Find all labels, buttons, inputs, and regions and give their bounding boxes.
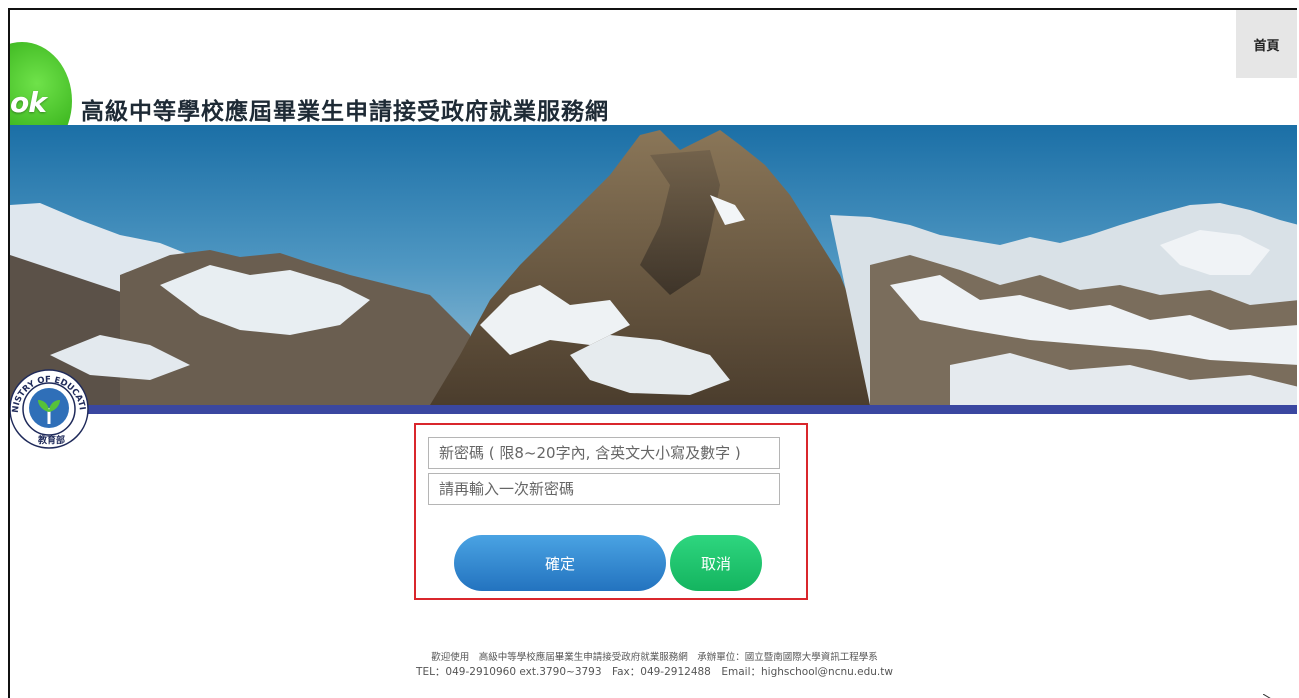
banner-stripe [10, 405, 1297, 414]
logo-text: ok [10, 86, 47, 119]
site-title: 高級中等學校應屆畢業生申請接受政府就業服務網 [81, 99, 609, 125]
page-frame: 首頁 ok 高級中等學校應屆畢業生申請接受政府就業服務網 NISTRY OF E… [8, 8, 1297, 698]
confirm-button[interactable]: 確定 [454, 535, 666, 591]
home-button[interactable]: 首頁 [1236, 10, 1297, 78]
confirm-password-input[interactable] [428, 473, 780, 505]
footer-line-1: 歡迎使用 高級中等學校應屆畢業生申請接受政府就業服務網 承辦單位：國立暨南國際大… [431, 652, 878, 663]
ministry-of-education-badge: MINISTRY OF EDUCATION 教育部 [10, 361, 90, 450]
footer: 歡迎使用 高級中等學校應屆畢業生申請接受政府就業服務網 承辦單位：國立暨南國際大… [10, 651, 1297, 679]
footer-line-2: TEL：049-2910960 ext.3790~3793 Fax：049-29… [416, 666, 893, 678]
mountain-banner [10, 125, 1297, 405]
badge-chinese: 教育部 [37, 434, 65, 446]
change-password-form: 確定 取消 [414, 423, 808, 600]
corner-arrow-icon [1263, 694, 1271, 698]
new-password-input[interactable] [428, 437, 780, 469]
cancel-button[interactable]: 取消 [670, 535, 762, 591]
